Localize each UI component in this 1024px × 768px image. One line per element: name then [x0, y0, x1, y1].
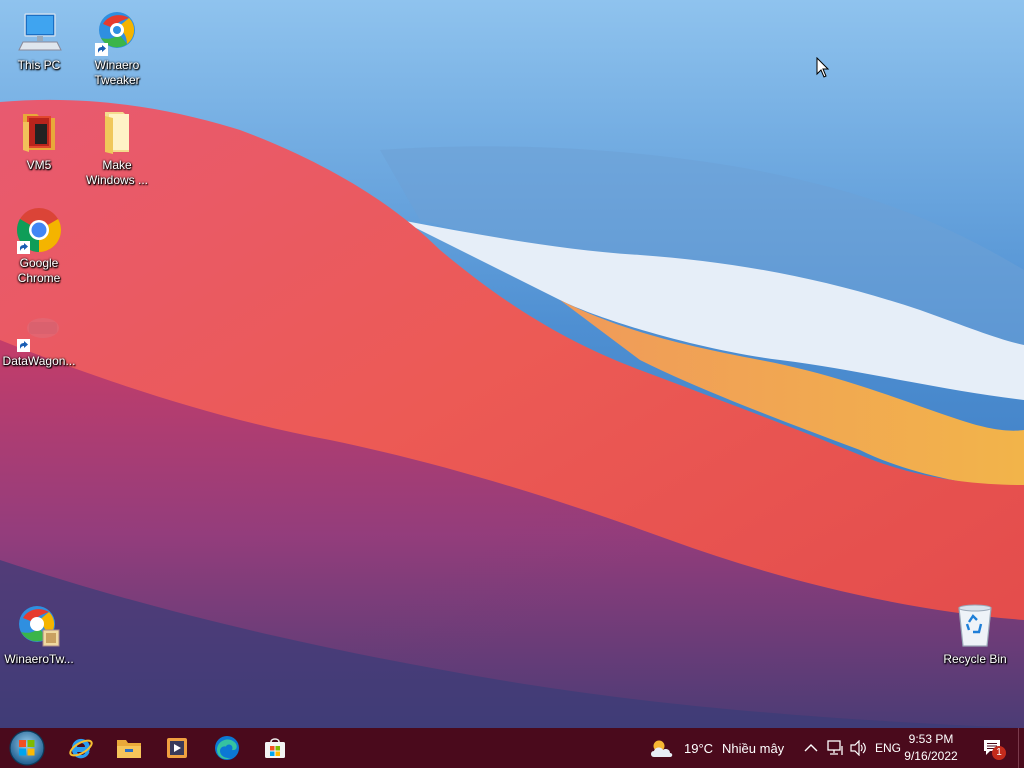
- volume-button[interactable]: [848, 728, 870, 768]
- desktop-icon-label: Tweaker: [94, 73, 140, 87]
- shortcut-arrow-icon: [17, 339, 30, 352]
- taskbar: 19°C Nhiều mây ENG 9:53 PM 9/16/2022 1: [0, 728, 1024, 768]
- desktop-icon-this-pc[interactable]: This PC: [0, 8, 78, 73]
- media-player-icon: [167, 738, 187, 758]
- desktop-icon-label: Google: [19, 256, 59, 270]
- internet-explorer-icon: [69, 738, 93, 759]
- weather-condition: Nhiều mây: [722, 740, 785, 756]
- desktop-icon-datawagon[interactable]: DataWagon...: [0, 304, 78, 369]
- desktop-icon-label: This PC: [17, 58, 61, 72]
- recycle-bin-icon: [951, 602, 999, 650]
- desktop-icon-label: Make: [102, 158, 132, 172]
- desktop-icon-label: WinaeroTw...: [4, 652, 74, 666]
- windows-orb-icon: [9, 730, 45, 766]
- network-icon: [827, 740, 843, 755]
- show-desktop-button[interactable]: [1018, 728, 1024, 768]
- clock-time: 9:53 PM: [908, 732, 954, 746]
- weather-widget[interactable]: 19°C Nhiều mây: [648, 728, 794, 768]
- desktop-icon-winaero-tweaker[interactable]: Winaero Tweaker: [78, 8, 156, 88]
- computer-icon: [15, 8, 63, 56]
- chevron-up-icon: [804, 744, 818, 752]
- desktop-icon-label: Winaero: [94, 58, 140, 72]
- desktop-icon-label: Recycle Bin: [943, 652, 1007, 666]
- weather-temperature: 19°C: [684, 740, 714, 756]
- desktop[interactable]: This PC Winaero Tweaker VM5 Make Windows…: [0, 0, 1024, 728]
- taskbar-edge[interactable]: [204, 728, 250, 768]
- taskbar-file-explorer[interactable]: [106, 728, 152, 768]
- taskbar-media-player[interactable]: [154, 728, 200, 768]
- action-center-button[interactable]: 1: [978, 728, 1008, 768]
- taskbar-microsoft-store[interactable]: [252, 728, 298, 768]
- folder-icon: [93, 108, 141, 156]
- clock[interactable]: 9:53 PM 9/16/2022: [896, 731, 966, 765]
- desktop-icon-google-chrome[interactable]: Google Chrome: [0, 206, 78, 286]
- shortcut-arrow-icon: [95, 43, 108, 56]
- network-button[interactable]: [824, 728, 848, 768]
- desktop-icon-make-windows[interactable]: Make Windows ...: [78, 108, 156, 188]
- desktop-icon-label: Windows ...: [85, 173, 148, 187]
- desktop-icon-recycle-bin[interactable]: Recycle Bin: [936, 602, 1014, 667]
- shortcut-arrow-icon: [17, 241, 30, 254]
- desktop-icon-label: DataWagon...: [2, 354, 76, 368]
- notification-count-badge: 1: [992, 746, 1006, 760]
- start-button[interactable]: [4, 728, 50, 768]
- show-hidden-icons-button[interactable]: [801, 728, 821, 768]
- taskbar-internet-explorer[interactable]: [58, 728, 104, 768]
- microsoft-store-icon: [265, 738, 285, 758]
- winaero-tweaker-icon: [93, 8, 141, 56]
- desktop-icon-label: VM5: [26, 158, 52, 172]
- edge-icon: [215, 736, 239, 760]
- clock-date: 9/16/2022: [904, 749, 958, 763]
- partly-cloudy-icon: [651, 740, 673, 757]
- winaero-tweaker-icon: [15, 602, 63, 650]
- desktop-icon-label: Chrome: [17, 271, 61, 285]
- datawagon-icon: [15, 304, 63, 352]
- desktop-icon-winaerotw[interactable]: WinaeroTw...: [0, 602, 78, 667]
- file-explorer-icon: [117, 740, 141, 758]
- mouse-cursor-icon: [816, 57, 830, 78]
- desktop-icon-vm5[interactable]: VM5: [0, 108, 78, 173]
- speaker-icon: [850, 740, 866, 756]
- folder-icon: [15, 108, 63, 156]
- chrome-icon: [15, 206, 63, 254]
